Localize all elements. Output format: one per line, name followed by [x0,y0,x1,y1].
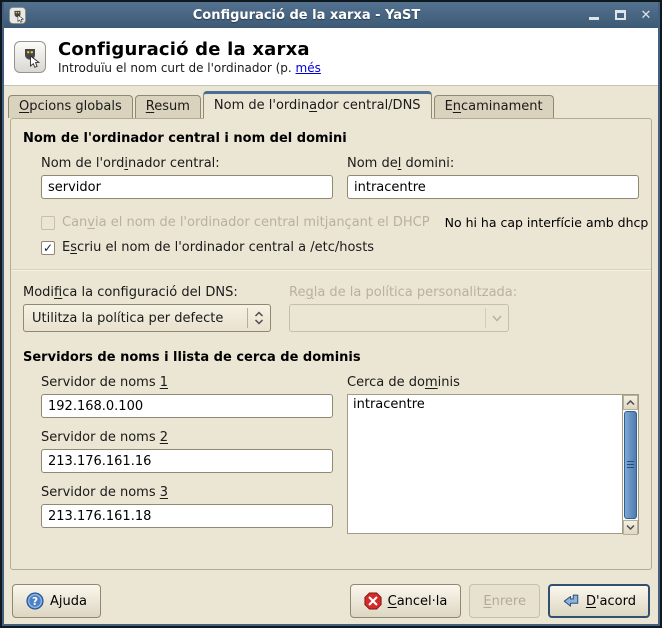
nameservers-grid: Servidor de noms 1 Servidor de noms 2 Se… [41,375,639,540]
write-hosts-checkbox[interactable]: ✓ [41,241,55,255]
help-button[interactable]: ? Ajuda [12,584,101,618]
window-controls: ✕ [587,8,653,22]
scrollbar-thumb[interactable] [624,411,637,519]
down-chevron-icon [486,313,508,323]
yast-network-window: Configuració de la xarxa - YaST ✕ Config… [0,0,662,628]
minimize-icon [589,17,599,20]
ns3-input[interactable] [41,504,333,528]
ns2-label: Servidor de noms 2 [41,430,333,445]
custom-policy-select [289,304,509,332]
scroll-down-button[interactable] [623,520,638,535]
header-text: Configuració de la xarxa Introduïu el no… [58,39,321,75]
ns1-input[interactable] [41,394,333,418]
hostname-dns-panel: Nom de l'ordinador central i nom del dom… [10,118,652,570]
tab-hostname-dns[interactable]: Nom de l'ordinador central/DNS [203,91,432,119]
maximize-button[interactable] [613,8,627,22]
nameserver-column: Servidor de noms 1 Servidor de noms 2 Se… [41,375,333,540]
modify-dns-label: Modifica la configuració del DNS: [23,285,289,300]
write-hosts-label[interactable]: Escriu el nom de l'ordinador central a /… [62,240,374,255]
domain-search-box: intracentre [347,394,639,534]
cancel-button[interactable]: Cancel·la [350,584,462,618]
close-icon: ✕ [641,9,652,22]
domain-search-column: Cerca de dominis intracentre [347,375,639,540]
dhcp-note: No hi ha cap interfície amb dhcp [445,215,649,230]
dns-policy-select[interactable]: Utilitza la política per defecte [23,304,271,332]
tabbar: Opcions globals Resum Nom de l'ordinador… [2,86,660,118]
tab-opcions-globals[interactable]: Opcions globals [8,95,133,118]
tab-resum[interactable]: Resum [135,95,201,118]
dialog-buttons: ? Ajuda Cancel·la Enrere D'a [12,584,650,618]
scroll-up-button[interactable] [623,395,638,410]
updown-chevrons-icon [248,310,270,326]
page-title: Configuració de la xarxa [58,39,321,60]
ns3-label: Servidor de noms 3 [41,485,333,500]
cancel-icon [364,592,382,610]
dns-policy-row: Modifica la configuració del DNS: Utilit… [23,285,639,332]
more-link[interactable]: més [296,61,321,75]
network-settings-icon [14,41,46,73]
close-button[interactable]: ✕ [639,8,653,22]
titlebar[interactable]: Configuració de la xarxa - YaST ✕ [2,2,660,28]
ns1-label: Servidor de noms 1 [41,375,333,390]
minimize-button[interactable] [587,8,601,22]
enter-arrow-icon [562,592,580,610]
yast-app-icon [9,7,26,24]
vertical-scrollbar[interactable] [622,394,639,534]
separator [11,269,651,271]
hostname-input[interactable] [41,175,333,199]
ns2-input[interactable] [41,449,333,473]
domain-input[interactable] [347,175,639,199]
help-icon: ? [26,592,44,610]
hostname-section-title: Nom de l'ordinador central i nom del dom… [23,131,639,146]
domain-label: Nom del domini: [347,156,639,171]
window-title: Configuració de la xarxa - YaST [26,8,587,23]
dhcp-hostname-row: Canvia el nom de l'ordinador central mit… [41,215,639,230]
hostname-fields: Nom de l'ordinador central: Nom del domi… [41,156,639,199]
check-icon: ✓ [43,242,53,254]
ok-button[interactable]: D'acord [548,584,650,618]
dhcp-hostname-checkbox[interactable] [41,216,55,230]
write-hosts-row: ✓ Escriu el nom de l'ordinador central a… [41,240,639,255]
domain-search-label: Cerca de dominis [347,375,639,390]
hostname-label: Nom de l'ordinador central: [41,156,333,171]
domain-search-textarea[interactable]: intracentre [347,394,622,534]
dhcp-hostname-label[interactable]: Canvia el nom de l'ordinador central mit… [62,215,430,230]
maximize-icon [615,10,626,20]
custom-policy-label: Regla de la política personalitzada: [289,285,529,300]
nameservers-section-title: Servidors de noms i llista de cerca de d… [23,350,639,365]
dialog-header: Configuració de la xarxa Introduïu el no… [2,28,660,86]
svg-text:?: ? [32,596,38,608]
page-subtitle: Introduïu el nom curt de l'ordinador (p.… [58,61,321,75]
tab-encaminament[interactable]: Encaminament [434,95,554,118]
back-button[interactable]: Enrere [469,584,540,618]
